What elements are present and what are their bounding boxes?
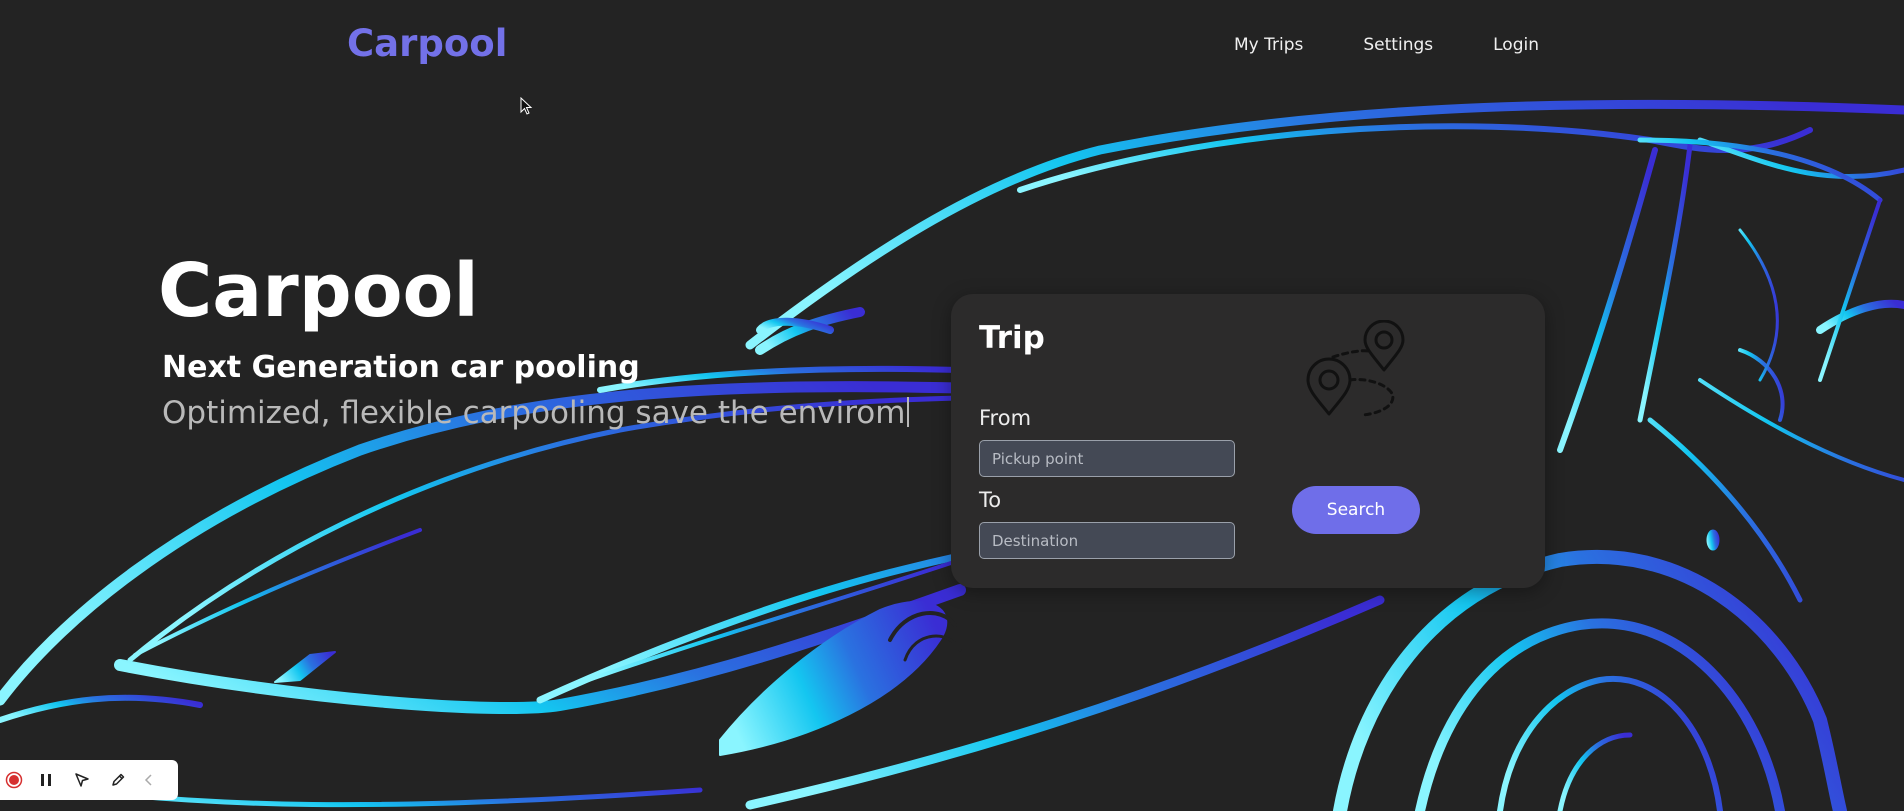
pen-icon [112,773,125,786]
nav-login[interactable]: Login [1493,35,1539,55]
pause-button[interactable] [28,760,64,800]
chevron-left-icon [144,774,152,786]
to-label: To [979,488,1002,512]
pickup-input[interactable] [979,440,1235,477]
trip-search-card: Trip From To Search [951,294,1545,588]
hero-tagline: Optimized, flexible carpooling save the … [162,395,910,431]
hero-subtitle: Next Generation car pooling [162,350,640,385]
search-button[interactable]: Search [1292,486,1420,534]
typing-caret [907,397,910,427]
pause-icon [41,774,51,786]
hero-title: Carpool [158,248,479,334]
record-button[interactable] [0,760,28,800]
pointer-tool-button[interactable] [64,760,100,800]
nav-settings[interactable]: Settings [1363,35,1433,55]
main-nav: My Trips Settings Login [1234,35,1599,55]
from-label: From [979,406,1032,430]
mouse-cursor-icon [520,97,533,115]
brand-logo[interactable]: Carpool [347,22,507,65]
pen-tool-button[interactable] [100,760,136,800]
route-map-pins-icon [1306,320,1405,417]
recorder-toolbar [0,760,178,800]
record-icon [5,771,23,789]
card-title: Trip [979,320,1045,356]
collapse-toolbar-button[interactable] [136,760,162,800]
nav-my-trips[interactable]: My Trips [1234,35,1303,55]
page: Carpool My Trips Settings Login Carpool … [0,0,1904,811]
pointer-icon [75,773,89,787]
typing-text: Optimized, flexible carpooling save the … [162,395,906,431]
destination-input[interactable] [979,522,1235,559]
